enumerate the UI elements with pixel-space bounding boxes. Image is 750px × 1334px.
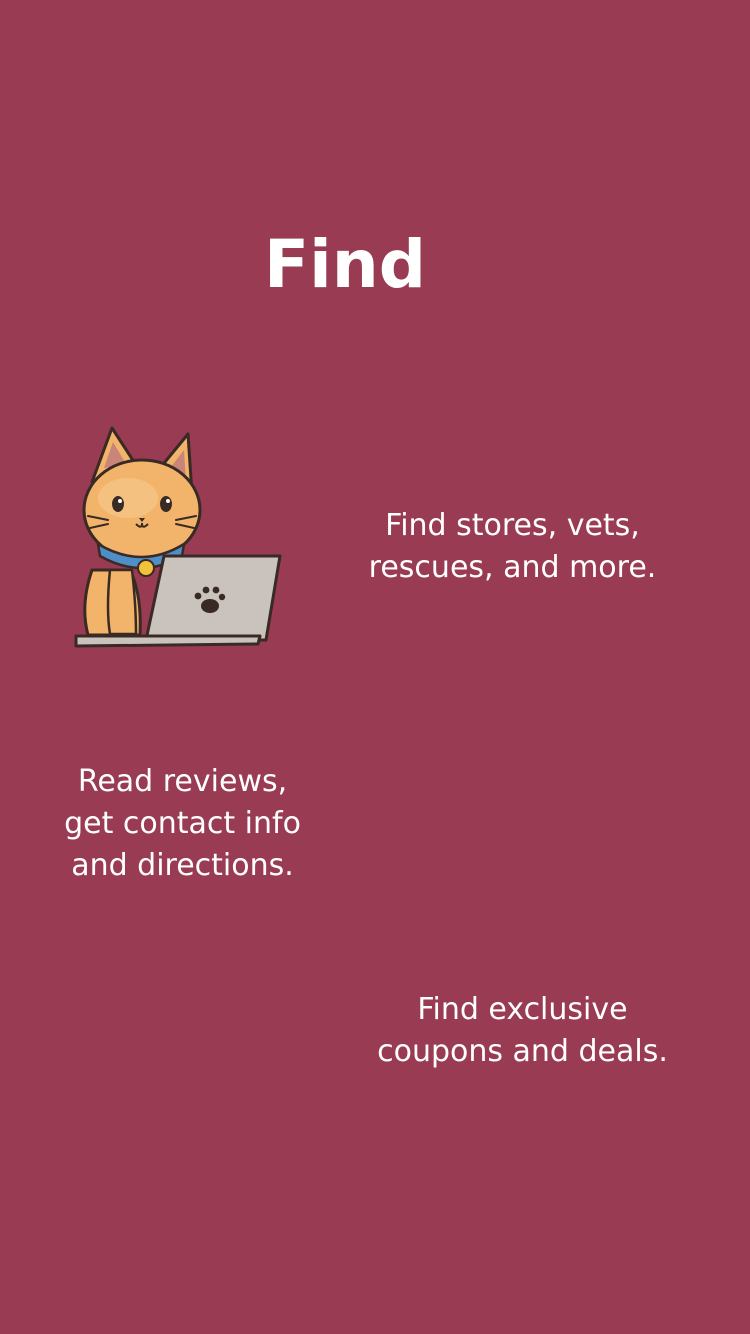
onboarding-screen: Find Find stores, vets, rescues, and mor… <box>0 0 750 1334</box>
cat-with-laptop-icon <box>74 426 282 648</box>
feature-text-read-reviews: Read reviews, get contact info and direc… <box>64 764 301 883</box>
page-title: Find <box>264 226 426 303</box>
feature-text-find-stores: Find stores, vets, rescues, and more. <box>368 508 657 585</box>
feature-text-coupons: Find exclusive coupons and deals. <box>377 992 668 1069</box>
